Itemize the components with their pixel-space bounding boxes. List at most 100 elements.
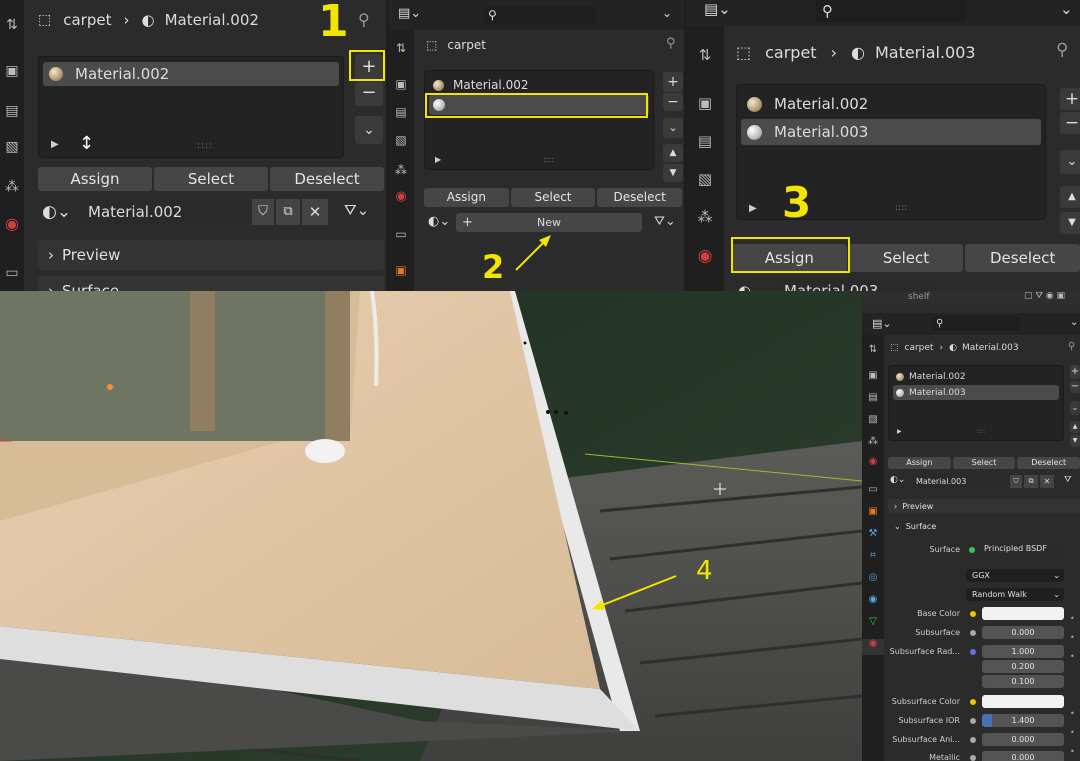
surface-shader-dropdown[interactable]: Principled BSDF: [978, 542, 1064, 556]
output-icon[interactable]: ▤: [862, 393, 884, 403]
new-material-button[interactable]: + New: [456, 213, 642, 232]
node-link-icon[interactable]: ⛛⌄: [344, 201, 369, 219]
node-link-icon[interactable]: ⛛⌄: [654, 214, 676, 229]
viewport[interactable]: [0, 291, 862, 761]
particles-icon[interactable]: ◎: [862, 573, 884, 583]
move-slot-up-button[interactable]: ▲: [1070, 421, 1080, 433]
view-layer-icon[interactable]: ▧: [686, 172, 724, 187]
assign-button[interactable]: Assign: [888, 457, 951, 469]
preview-section-header[interactable]: › Preview: [888, 499, 1080, 513]
distribution-dropdown[interactable]: GGX ⌄: [966, 569, 1064, 582]
pin-icon[interactable]: ⚲: [358, 10, 370, 29]
object-icon[interactable]: ▭: [0, 266, 24, 280]
browse-material-icon[interactable]: ◐⌄: [42, 202, 71, 222]
panel3-options-icon[interactable]: ⌄: [1060, 0, 1073, 18]
surface-section-header[interactable]: ⌄ Surface: [888, 519, 1080, 533]
modifier-icon[interactable]: ▣: [862, 507, 884, 517]
material-name-field[interactable]: Material.002: [82, 199, 248, 225]
property-value-field[interactable]: 1.400: [982, 714, 1064, 727]
move-slot-up-button[interactable]: ▲: [663, 144, 683, 162]
browse-material-icon[interactable]: ◐⌄: [890, 475, 905, 485]
material-slot-list[interactable]: Material.002 ▶ ::::: [424, 70, 654, 170]
breadcrumb-object[interactable]: carpet: [63, 11, 111, 29]
select-button[interactable]: Select: [510, 188, 596, 207]
unlink-icon[interactable]: ✕: [1040, 475, 1054, 488]
pin-icon[interactable]: ⚲: [1056, 40, 1068, 60]
tool-settings-icon[interactable]: ⇅: [686, 48, 724, 63]
fake-user-icon[interactable]: ⛉: [252, 199, 274, 225]
material-slot-item[interactable]: Material.002: [43, 62, 339, 86]
remove-slot-button[interactable]: −: [1070, 381, 1080, 393]
breadcrumb-object[interactable]: carpet: [905, 343, 934, 353]
view-layer-icon[interactable]: ▧: [862, 415, 884, 425]
deselect-button[interactable]: Deselect: [1017, 457, 1080, 469]
panel3-search-field[interactable]: ⚲: [816, 0, 966, 22]
add-slot-button[interactable]: +: [1070, 365, 1080, 379]
resize-handle-icon[interactable]: ↕: [79, 133, 94, 154]
output-icon[interactable]: ▤: [686, 134, 724, 149]
panel4-search-field[interactable]: ⚲: [932, 316, 1020, 331]
grip-icon[interactable]: ::::: [977, 428, 985, 435]
material-slot-item[interactable]: Material.002: [429, 76, 649, 94]
material-slot-item[interactable]: Material.002: [893, 370, 1059, 384]
pin-icon[interactable]: ⚲: [1068, 341, 1075, 352]
breadcrumb-object[interactable]: carpet: [765, 43, 816, 62]
slot-specials-button[interactable]: ⌄: [1070, 401, 1080, 415]
world-icon[interactable]: ◉: [0, 216, 24, 232]
scene-icon[interactable]: ⁂: [686, 210, 724, 225]
editor-type-icon[interactable]: ▤⌄: [704, 0, 731, 18]
material-slot-item[interactable]: Material.002: [741, 91, 1041, 117]
property-value-field[interactable]: 0.100: [982, 675, 1064, 688]
assign-button[interactable]: Assign: [38, 167, 152, 191]
property-value-field[interactable]: 0.000: [982, 733, 1064, 746]
render-icon[interactable]: ▣: [862, 371, 884, 381]
node-link-icon[interactable]: ⛛: [1064, 475, 1072, 485]
property-value-field[interactable]: 0.000: [982, 751, 1064, 761]
outliner-row-label[interactable]: shelf: [908, 292, 930, 302]
physics-icon[interactable]: ⚒: [862, 529, 884, 539]
scene-icon[interactable]: ⁂: [862, 437, 884, 447]
breadcrumb-object[interactable]: carpet: [447, 38, 486, 52]
tool-settings-icon[interactable]: ⇅: [388, 42, 414, 54]
output-icon[interactable]: ▤: [0, 104, 24, 118]
duplicate-icon[interactable]: ⧉: [1024, 475, 1038, 488]
tool-settings-icon[interactable]: ⇅: [862, 345, 884, 355]
select-button[interactable]: Select: [848, 244, 964, 272]
modifier-icon[interactable]: ▣: [388, 264, 414, 276]
panel2-search-field[interactable]: ⚲: [484, 6, 596, 24]
deselect-button[interactable]: Deselect: [965, 244, 1080, 272]
browse-material-icon[interactable]: ◐⌄: [428, 214, 450, 229]
panel4-options-icon[interactable]: ⌄: [1070, 317, 1078, 328]
world-icon[interactable]: ◉: [388, 190, 414, 203]
outliner-visibility-icons[interactable]: ▢ ⛛ ◉ ▣: [1024, 291, 1065, 301]
color-swatch[interactable]: [982, 607, 1064, 620]
material-slot-item[interactable]: Material.003: [741, 119, 1041, 145]
preview-section-header[interactable]: › Preview: [38, 240, 384, 270]
scene-icon[interactable]: ⁂: [388, 164, 414, 176]
object-icon[interactable]: ▭: [862, 485, 884, 495]
browse-material-icon[interactable]: ◐⌄: [738, 282, 764, 291]
object-data-icon[interactable]: ◉: [862, 595, 884, 605]
world-icon[interactable]: ◉: [862, 457, 884, 467]
pin-icon[interactable]: ⚲: [666, 36, 676, 51]
material-slot-item[interactable]: Material.003: [893, 385, 1059, 400]
assign-button[interactable]: Assign: [424, 188, 509, 207]
remove-slot-button[interactable]: −: [1060, 112, 1080, 134]
output-icon[interactable]: ▤: [388, 106, 414, 118]
move-slot-up-button[interactable]: ▲: [1060, 186, 1080, 208]
remove-slot-button[interactable]: −: [355, 82, 383, 106]
grip-icon[interactable]: ::::: [543, 155, 554, 164]
expand-icon[interactable]: ▶: [897, 428, 902, 435]
editor-type-icon[interactable]: ▤⌄: [398, 6, 421, 21]
scene-icon[interactable]: ⁂: [0, 180, 24, 194]
move-slot-down-button[interactable]: ▼: [1070, 435, 1080, 447]
expand-icon[interactable]: ▶: [51, 139, 59, 150]
render-icon[interactable]: ▣: [686, 96, 724, 111]
grip-icon[interactable]: ::::: [197, 141, 213, 151]
view-layer-icon[interactable]: ▧: [388, 134, 414, 146]
add-slot-button[interactable]: +: [663, 72, 683, 92]
material-slot-list[interactable]: Material.002 ▶ ↕ ::::: [38, 56, 344, 158]
expand-icon[interactable]: ▶: [435, 155, 441, 164]
mesh-data-icon[interactable]: ▽: [862, 617, 884, 627]
duplicate-icon[interactable]: ⧉: [276, 199, 300, 225]
